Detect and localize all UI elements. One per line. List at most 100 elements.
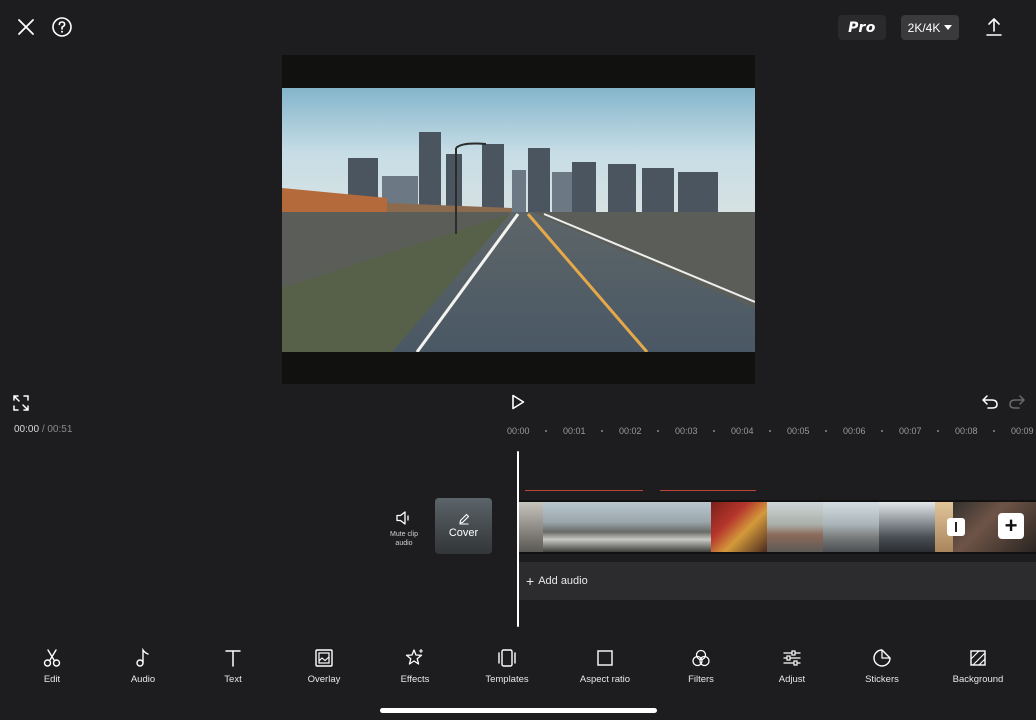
tool-label: Overlay — [307, 674, 341, 685]
current-time: 00:00 — [14, 424, 40, 435]
tool-filters[interactable]: Filters — [656, 648, 746, 685]
templates-icon — [498, 649, 516, 667]
add-clip-button[interactable]: + — [998, 513, 1024, 539]
ruler-label: 00:02 — [619, 426, 642, 436]
export-icon — [986, 18, 1002, 36]
cover-button[interactable]: Cover — [435, 498, 492, 554]
ruler-dot — [545, 430, 547, 432]
undo-icon — [982, 395, 998, 409]
chevron-down-icon — [944, 25, 953, 30]
ruler-dot — [881, 430, 883, 432]
clip-frame — [879, 502, 935, 552]
close-button[interactable] — [14, 15, 38, 39]
ruler-dot — [769, 430, 771, 432]
ruler-label: 00:09 — [1011, 426, 1034, 436]
effects-star-icon — [405, 648, 424, 665]
resolution-label: 2K/4K — [907, 20, 941, 35]
pro-badge[interactable]: Pro — [838, 15, 886, 40]
background-icon — [970, 650, 986, 666]
redo-button[interactable] — [1006, 391, 1028, 413]
filters-icon — [692, 649, 710, 667]
tool-label: Adjust — [778, 674, 806, 685]
aspect-ratio-icon — [597, 650, 613, 666]
adjust-sliders-icon — [783, 650, 801, 666]
tool-stickers[interactable]: Stickers — [837, 648, 927, 685]
total-time: 00:51 — [47, 424, 73, 435]
tool-background[interactable]: Background — [933, 648, 1023, 685]
time-separator: / — [41, 424, 45, 435]
mute-clip-audio-button[interactable]: Mute clip audio — [384, 510, 424, 548]
video-frame-image — [282, 88, 755, 352]
scissors-icon — [43, 649, 61, 667]
ruler-label: 00:00 — [507, 426, 530, 436]
music-note-icon — [136, 648, 149, 667]
clip-frame — [519, 502, 543, 552]
time-display: 00:00 / 00:51 — [14, 424, 72, 435]
clip-segment-marker — [525, 490, 643, 491]
cover-overlay: Cover — [435, 498, 492, 554]
transition-button[interactable] — [947, 518, 965, 536]
tool-edit[interactable]: Edit — [7, 648, 97, 685]
pencil-icon — [458, 513, 469, 525]
overlay-icon — [315, 649, 333, 667]
ruler-dot — [713, 430, 715, 432]
ruler-label: 00:07 — [899, 426, 922, 436]
play-button[interactable] — [507, 391, 529, 413]
tool-label: Templates — [485, 674, 529, 685]
playhead[interactable] — [517, 451, 519, 627]
speaker-icon — [396, 511, 409, 525]
cover-label: Cover — [448, 527, 479, 539]
help-icon — [52, 17, 72, 37]
add-audio-track[interactable]: + Add audio — [519, 562, 1036, 600]
tool-label: Stickers — [865, 674, 899, 685]
clip-frame — [711, 502, 767, 552]
clip-frame — [823, 502, 879, 552]
resolution-dropdown[interactable]: 2K/4K — [901, 15, 959, 40]
fullscreen-icon — [13, 395, 29, 411]
text-icon — [225, 650, 241, 667]
timeline-ruler[interactable]: 00:00 00:01 00:02 00:03 00:04 00:05 00:0… — [506, 422, 1036, 438]
tool-label: Aspect ratio — [579, 674, 631, 685]
tool-text[interactable]: Text — [188, 648, 278, 685]
tool-label: Edit — [43, 674, 61, 685]
ruler-label: 00:03 — [675, 426, 698, 436]
home-indicator[interactable] — [380, 708, 657, 713]
redo-icon — [1009, 395, 1025, 409]
tool-label: Effects — [400, 674, 430, 685]
ruler-dot — [937, 430, 939, 432]
ruler-dot — [601, 430, 603, 432]
transition-icon — [955, 522, 957, 532]
bottom-toolbar: Edit Audio Text Overlay Effects Template… — [0, 648, 1036, 698]
play-icon — [512, 394, 525, 410]
tool-label: Audio — [130, 674, 156, 685]
tool-aspect-ratio[interactable]: Aspect ratio — [560, 648, 650, 685]
tool-adjust[interactable]: Adjust — [747, 648, 837, 685]
ruler-label: 00:04 — [731, 426, 754, 436]
tool-overlay[interactable]: Overlay — [279, 648, 369, 685]
tool-label: Filters — [688, 674, 714, 685]
ruler-dot — [993, 430, 995, 432]
plus-icon: + — [526, 573, 535, 589]
clip-frame — [655, 502, 711, 552]
add-audio-label: Add audio — [538, 575, 588, 587]
clip-frame — [599, 502, 655, 552]
plus-icon: + — [1004, 513, 1018, 538]
tool-templates[interactable]: Templates — [462, 648, 552, 685]
close-icon — [18, 19, 34, 35]
ruler-dot — [657, 430, 659, 432]
ruler-dot — [825, 430, 827, 432]
ruler-label: 00:08 — [955, 426, 978, 436]
video-preview[interactable] — [282, 88, 755, 352]
export-button[interactable] — [982, 15, 1006, 39]
clip-segment-marker — [660, 490, 756, 491]
tool-audio[interactable]: Audio — [98, 648, 188, 685]
mute-clip-label: Mute clip audio — [389, 531, 418, 547]
tool-label: Background — [952, 674, 1004, 685]
tool-label: Text — [224, 674, 242, 685]
undo-button[interactable] — [979, 391, 1001, 413]
tool-effects[interactable]: Effects — [370, 648, 460, 685]
fullscreen-button[interactable] — [10, 392, 32, 414]
ruler-label: 00:01 — [563, 426, 586, 436]
ruler-label: 00:06 — [843, 426, 866, 436]
help-button[interactable] — [50, 15, 74, 39]
